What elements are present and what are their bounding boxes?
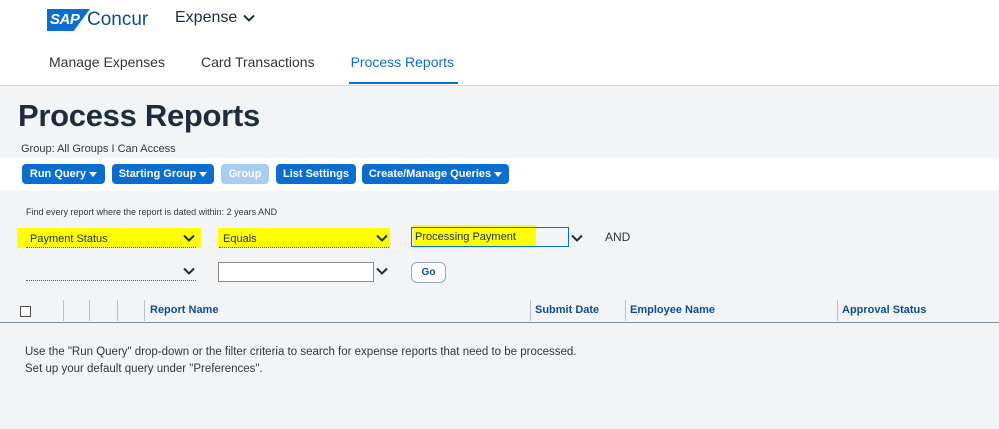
tab-manage-expenses[interactable]: Manage Expenses (49, 54, 165, 82)
filter-intro-text: Find every report where the report is da… (26, 207, 278, 217)
column-divider (144, 300, 145, 321)
chevron-down-icon[interactable] (571, 232, 583, 244)
column-divider (625, 300, 626, 321)
column-header-approval-status[interactable]: Approval Status (842, 304, 926, 316)
column-divider (63, 300, 64, 321)
filter-operator-value: Equals (223, 233, 257, 245)
column-divider (89, 300, 90, 321)
filter-field-select-2[interactable] (26, 263, 196, 281)
app-switcher[interactable]: Expense (175, 9, 255, 27)
list-settings-label: List Settings (282, 168, 349, 180)
filter-operator-select[interactable]: Equals (219, 230, 389, 248)
chevron-down-icon (183, 267, 195, 275)
concur-logo-text: Concur (87, 9, 149, 30)
create-manage-queries-button[interactable]: Create/Manage Queries (362, 164, 509, 184)
starting-group-label: Starting Group (118, 168, 197, 180)
page-title: Process Reports (18, 98, 260, 133)
group-label: Group: All Groups I Can Access (21, 143, 176, 155)
group-button[interactable]: Group (221, 164, 269, 184)
column-header-report-name[interactable]: Report Name (150, 304, 218, 316)
chevron-down-icon (243, 14, 255, 22)
app-switcher-label: Expense (175, 9, 238, 26)
sap-concur-logo[interactable]: SAP Concur (47, 8, 148, 32)
caret-down-icon (199, 171, 208, 177)
filter-value-input[interactable]: Processing Payment (411, 227, 569, 247)
empty-state-line: Use the "Run Query" drop-down or the fil… (25, 346, 577, 358)
column-header-submit-date[interactable]: Submit Date (535, 304, 599, 316)
column-divider (530, 300, 531, 321)
go-button[interactable]: Go (411, 262, 446, 283)
tab-card-transactions[interactable]: Card Transactions (201, 54, 315, 82)
chevron-down-icon (376, 234, 388, 242)
run-query-label: Run Query (29, 168, 87, 180)
empty-state-line: Set up your default query under "Prefere… (25, 363, 263, 375)
create-manage-queries-label: Create/Manage Queries (368, 168, 492, 180)
caret-down-icon (494, 171, 503, 177)
chevron-down-icon (183, 234, 195, 242)
column-header-employee-name[interactable]: Employee Name (630, 304, 715, 316)
chevron-down-icon (376, 267, 388, 275)
column-divider (837, 300, 838, 321)
conjunction-and: AND (605, 230, 631, 244)
filter-field-select[interactable]: Payment Status (26, 230, 196, 248)
toolbar: Run Query Starting Group Group List Sett… (0, 158, 999, 191)
filter-field-value: Payment Status (30, 233, 108, 245)
group-button-label: Group (228, 168, 262, 180)
sap-logo-mark: SAP (47, 9, 90, 31)
list-settings-button[interactable]: List Settings (276, 164, 356, 184)
empty-state-message: Use the "Run Query" drop-down or the fil… (25, 344, 577, 378)
filter-value-text: Processing Payment (415, 231, 516, 243)
tab-process-reports[interactable]: Process Reports (348, 54, 459, 84)
starting-group-button[interactable]: Starting Group (112, 164, 214, 184)
filter-operator-select-2[interactable] (218, 262, 374, 282)
run-query-button[interactable]: Run Query (22, 164, 105, 184)
caret-down-icon (89, 171, 98, 177)
select-all-checkbox[interactable] (20, 306, 31, 317)
main-nav: Manage Expenses Card Transactions Proces… (49, 54, 490, 84)
app-header: SAP Concur Expense Manage Expenses Card … (0, 0, 999, 86)
go-button-label: Go (421, 267, 436, 278)
column-divider (117, 300, 118, 321)
